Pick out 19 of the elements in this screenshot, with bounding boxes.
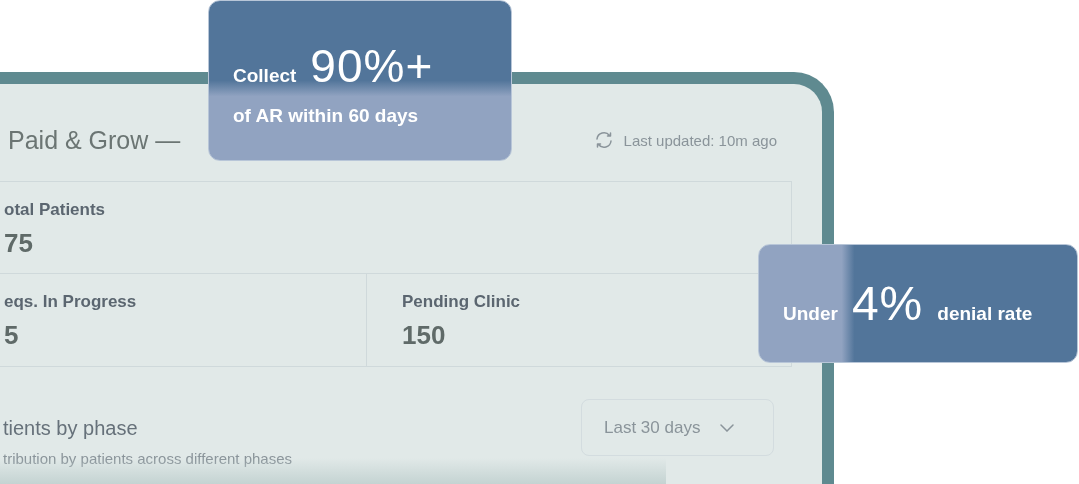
date-range-dropdown[interactable]: Last 30 days [581, 399, 774, 456]
stat-label: otal Patients [4, 200, 107, 220]
callout-caption: of AR within 60 days [233, 105, 420, 127]
callout-lead: Collect [233, 65, 297, 87]
dashboard-title: Paid & Grow — [8, 125, 181, 155]
callout-figure: 4% [851, 276, 924, 331]
stat-value: 150 [402, 320, 447, 351]
callout-caption: denial rate [937, 303, 1033, 325]
stat-value: 75 [4, 228, 34, 259]
section-title: tients by phase [3, 417, 139, 440]
stat-label: Pending Clinic [402, 292, 522, 312]
stat-label: eqs. In Progress [4, 292, 138, 312]
callout-figure: 90%+ [310, 39, 434, 93]
refresh-icon[interactable] [593, 130, 614, 150]
last-updated-text: Last updated: 10m ago [623, 131, 777, 149]
stat-value: 5 [4, 320, 20, 351]
callout-lead: Under [783, 303, 838, 325]
section-subtitle: tribution by patients across different phases [3, 450, 293, 467]
chevron-icon [720, 423, 735, 432]
